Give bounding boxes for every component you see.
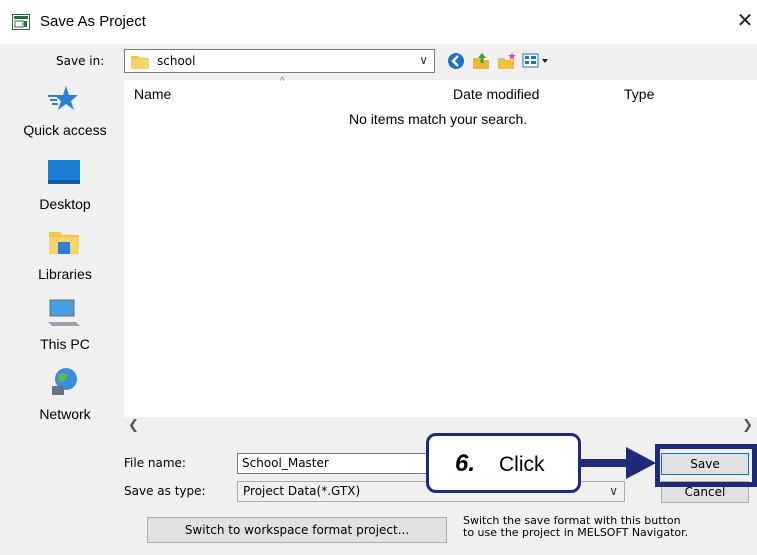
place-label: Libraries <box>38 266 92 282</box>
switch-hint: Switch the save format with this button … <box>463 515 688 539</box>
save-in-dropdown[interactable]: school ∨ <box>124 49 435 73</box>
place-desktop[interactable]: Desktop <box>10 154 120 220</box>
sort-caret-icon: ^ <box>280 76 285 87</box>
chevron-down-icon: ∨ <box>609 484 618 498</box>
save-in-value: school <box>157 54 196 68</box>
place-libraries[interactable]: Libraries <box>10 224 120 290</box>
save-highlight-frame <box>655 444 757 487</box>
up-folder-icon[interactable] <box>470 50 492 72</box>
save-type-label: Save as type: <box>124 484 206 498</box>
file-name-label: File name: <box>124 456 186 470</box>
place-this-pc[interactable]: This PC <box>10 294 120 360</box>
column-header-type[interactable]: Type <box>624 86 654 102</box>
file-list[interactable]: Name ^ Date modified Type No items match… <box>124 76 757 430</box>
save-in-label: Save in: <box>56 54 105 68</box>
place-label: Desktop <box>39 196 91 212</box>
libraries-icon <box>49 232 79 254</box>
network-icon <box>52 368 77 395</box>
place-network[interactable]: Network <box>10 364 120 430</box>
place-label: Quick access <box>23 122 107 138</box>
switch-hint-line: to use the project in MELSOFT Navigator. <box>463 526 689 539</box>
place-label: This PC <box>40 336 90 352</box>
place-label: Network <box>39 406 91 422</box>
empty-message: No items match your search. <box>349 111 528 127</box>
star-icon <box>48 86 78 110</box>
arrow-icon <box>580 447 656 479</box>
place-quick-access[interactable]: Quick access <box>10 80 120 146</box>
horizontal-scrollbar[interactable]: ❮ ❯ <box>124 417 757 433</box>
folder-icon <box>131 56 149 69</box>
desktop-icon <box>48 160 80 184</box>
switch-format-button[interactable]: Switch to workspace format project... <box>147 517 447 543</box>
column-header-name[interactable]: Name <box>134 86 171 102</box>
app-icon <box>12 14 30 30</box>
scroll-right-icon[interactable]: ❯ <box>742 417 753 433</box>
dialog-title: Save As Project <box>40 13 146 30</box>
computer-icon <box>48 299 80 326</box>
column-header-date[interactable]: Date modified <box>453 86 539 102</box>
scroll-left-icon[interactable]: ❮ <box>128 417 139 433</box>
back-icon[interactable] <box>445 50 467 72</box>
places-bar: Quick access Desktop Libraries This PC N… <box>10 80 120 440</box>
step-callout: 6. Click <box>426 433 581 493</box>
step-instruction: Click <box>499 453 545 476</box>
save-type-value: Project Data(*.GTX) <box>243 484 361 498</box>
save-as-dialog: Save As Project ✕ Save in: school ∨ Quic… <box>0 0 757 555</box>
view-menu-icon[interactable] <box>521 50 551 72</box>
chevron-down-icon: ∨ <box>419 53 428 67</box>
title-bar: Save As Project ✕ <box>0 0 757 44</box>
step-number: 6. <box>455 450 476 477</box>
close-icon[interactable]: ✕ <box>734 8 756 34</box>
new-folder-icon[interactable] <box>496 50 518 72</box>
